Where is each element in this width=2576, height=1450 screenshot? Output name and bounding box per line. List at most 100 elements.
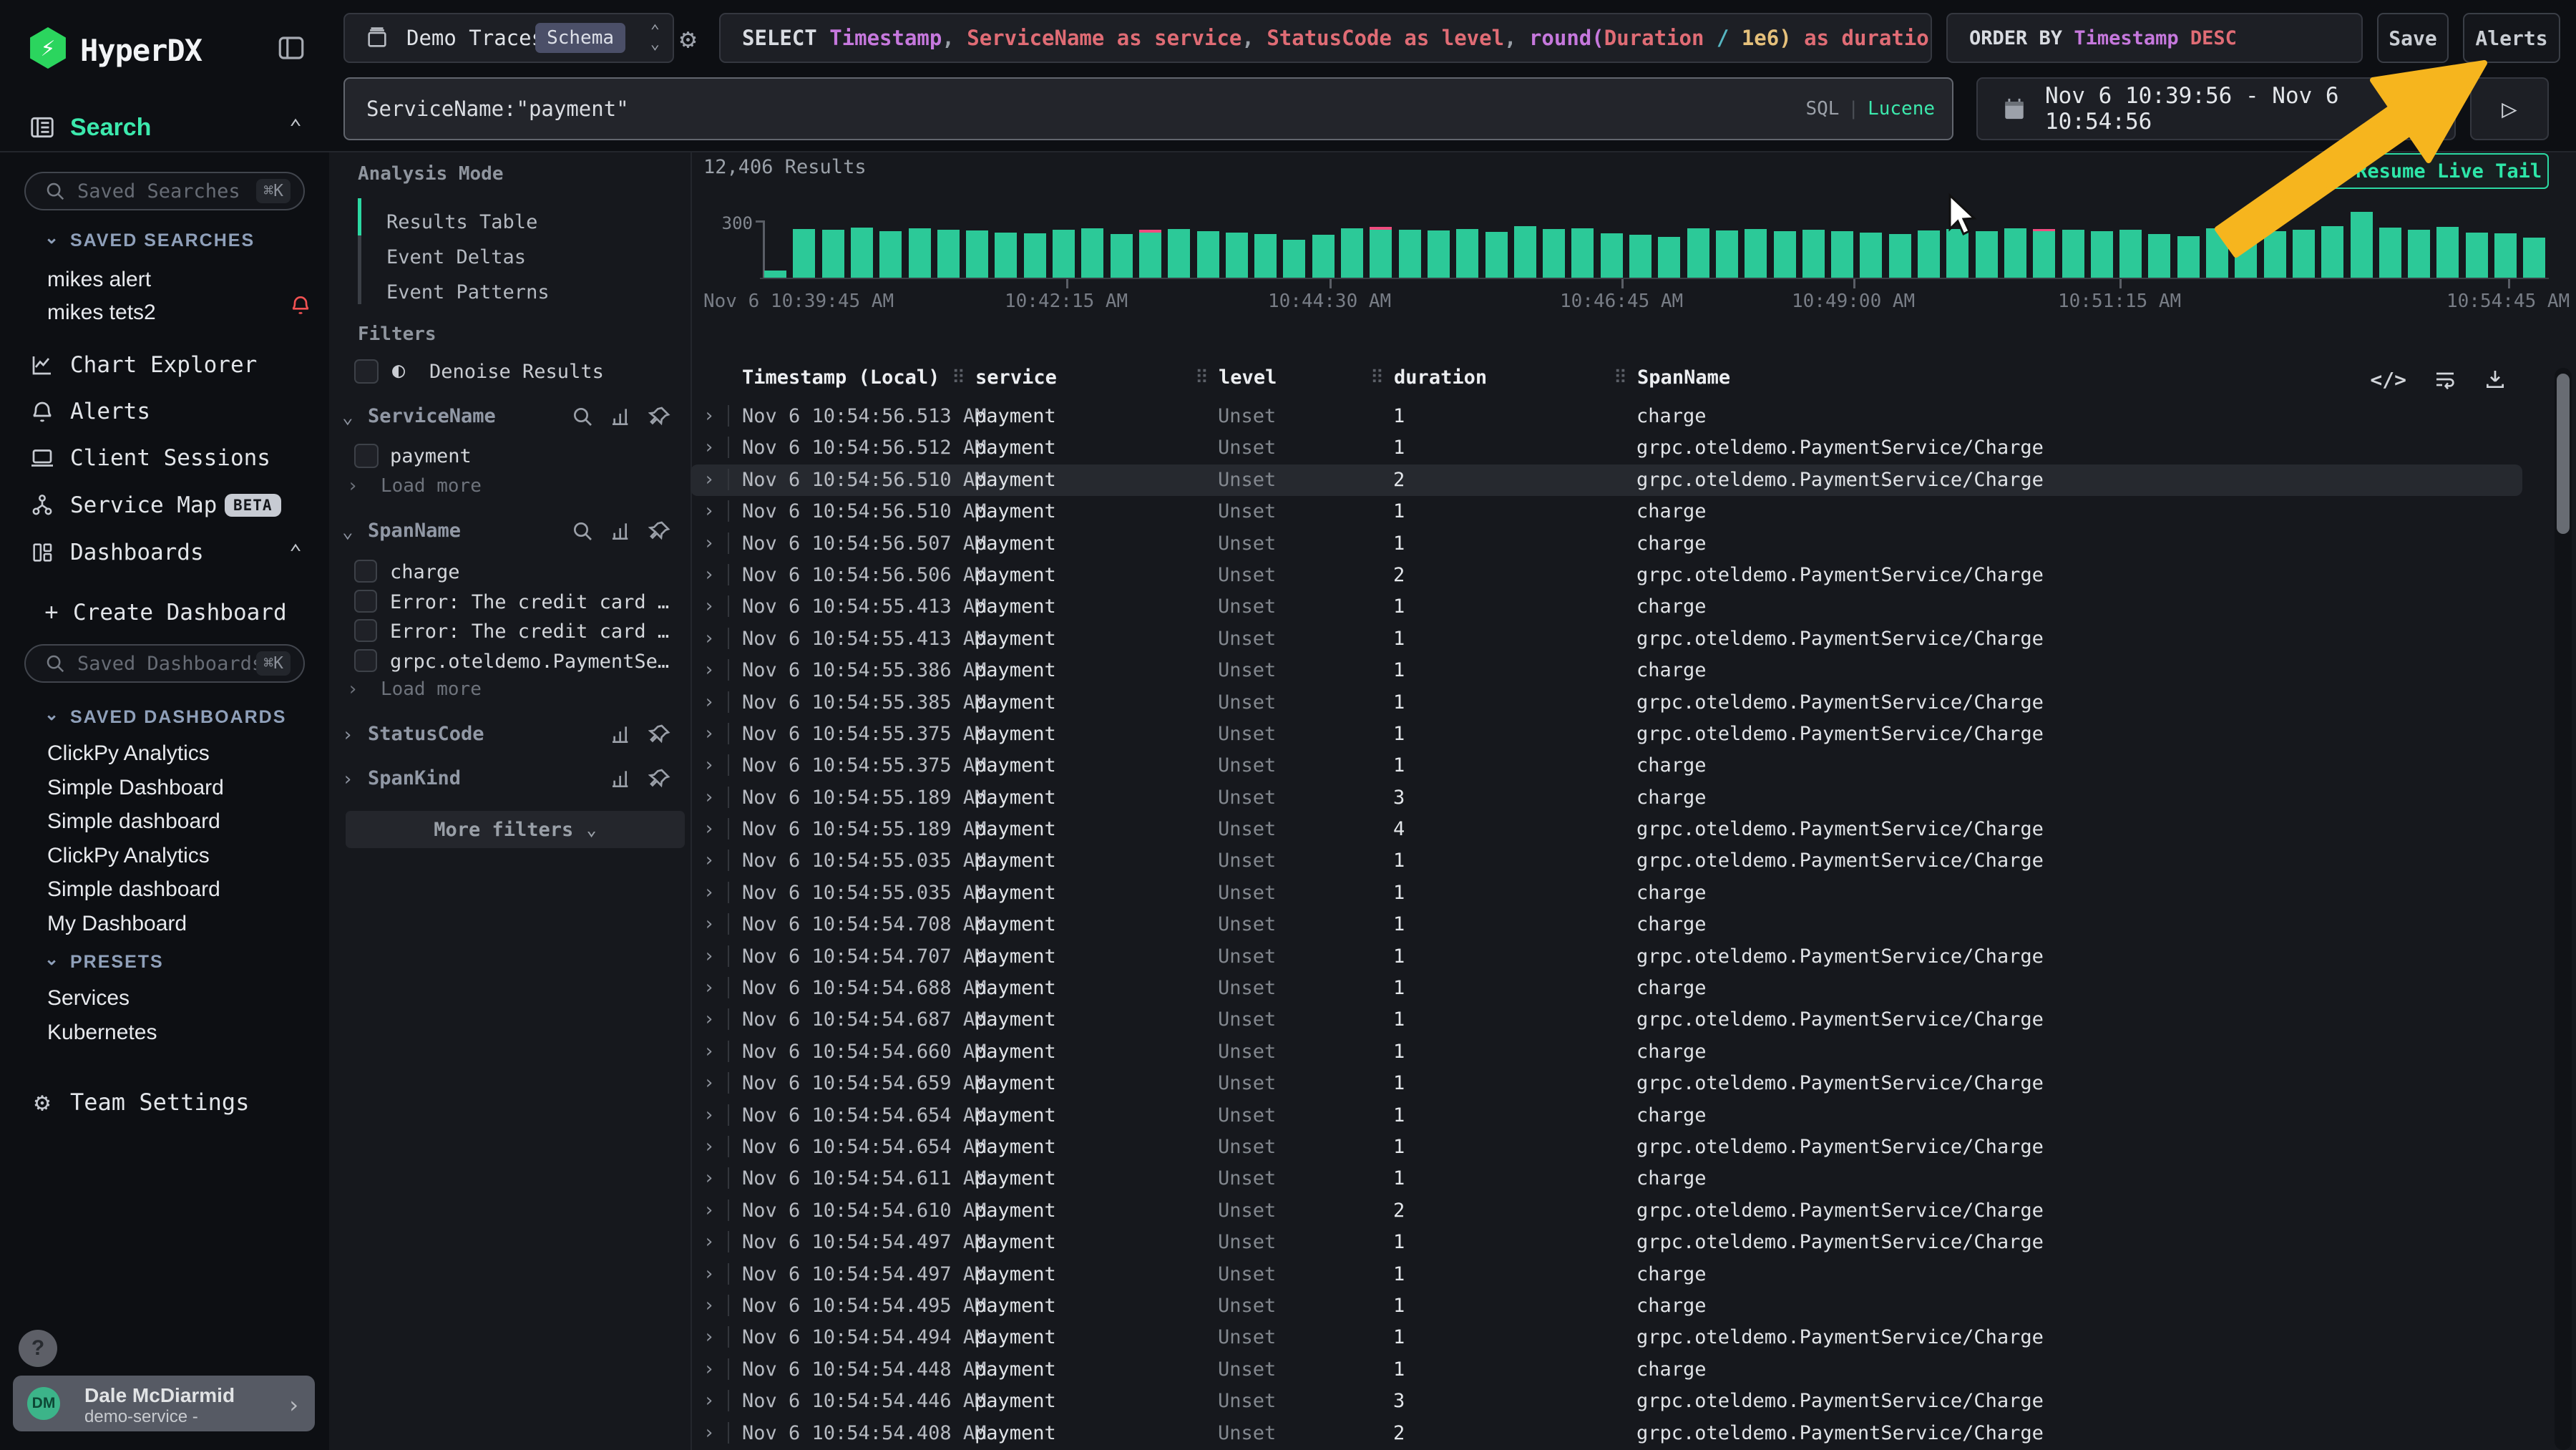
saved-search-item[interactable]: mikes tets2 [0,296,329,329]
expand-chevron-icon[interactable]: › [703,628,715,649]
pin-icon[interactable] [648,520,671,542]
value-checkbox[interactable] [354,649,377,672]
source-settings-gear-icon[interactable]: ⚙ [680,24,708,53]
expand-chevron-icon[interactable]: › [703,1390,715,1411]
chevron-right-icon[interactable]: › [342,724,353,746]
column-header-level[interactable]: ⠿level [1195,366,1277,389]
table-row[interactable]: › Nov 6 10:54:54.687 AM payment Unset 1 … [691,1004,2551,1036]
expand-chevron-icon[interactable]: › [703,1167,715,1189]
chevron-down-icon[interactable]: ⌄ [342,407,353,428]
drag-handle-icon[interactable]: ⠿ [952,367,965,389]
run-query-button[interactable]: ▷ [2470,77,2549,140]
filter-search-icon[interactable] [571,520,594,542]
expand-chevron-icon[interactable]: › [703,532,715,554]
expand-chevron-icon[interactable]: › [703,1041,715,1062]
table-row[interactable]: › Nov 6 10:54:56.513 AM payment Unset 1 … [691,401,2551,432]
table-row[interactable]: › Nov 6 10:54:54.408 AM payment Unset 2 … [691,1418,2551,1449]
drag-handle-icon[interactable]: ⠿ [1614,367,1627,389]
expand-chevron-icon[interactable]: › [703,469,715,490]
table-row[interactable]: › Nov 6 10:54:54.688 AM payment Unset 1 … [691,973,2551,1004]
filter-group-spanname[interactable]: ⌄ SpanName [342,520,678,548]
table-row[interactable]: › Nov 6 10:54:55.385 AM payment Unset 1 … [691,687,2551,719]
table-row[interactable]: › Nov 6 10:54:54.708 AM payment Unset 1 … [691,909,2551,940]
expand-chevron-icon[interactable]: › [703,1295,715,1316]
sidebar-item-dashboards[interactable]: Dashboards ⌃ [0,532,329,573]
date-range-picker[interactable]: Nov 6 10:39:56 - Nov 6 10:54:56 [1976,77,2456,140]
expand-chevron-icon[interactable]: › [703,977,715,998]
table-row[interactable]: › Nov 6 10:54:54.448 AM payment Unset 1 … [691,1354,2551,1386]
expand-chevron-icon[interactable]: › [703,1072,715,1094]
expand-chevron-icon[interactable]: › [703,595,715,617]
pin-icon[interactable] [648,723,671,746]
filter-group-servicename[interactable]: ⌄ ServiceName [342,405,678,434]
expand-chevron-icon[interactable]: › [703,945,715,967]
saved-dashboard-item[interactable]: ClickPy Analytics [0,737,329,772]
table-row[interactable]: › Nov 6 10:54:54.660 AM payment Unset 1 … [691,1036,2551,1068]
expand-chevron-icon[interactable]: › [703,850,715,871]
column-header-service[interactable]: ⠿service [952,366,1057,389]
expand-chevron-icon[interactable]: › [703,659,715,681]
drag-handle-icon[interactable]: ⠿ [1370,367,1384,389]
sidebar-item-team-settings[interactable]: ⚙ Team Settings [0,1082,329,1122]
preset-item[interactable]: Services [0,982,329,1016]
column-header-timestamp[interactable]: Timestamp (Local) [742,366,940,389]
pin-icon[interactable] [648,767,671,790]
filter-chart-icon[interactable] [610,405,633,428]
wrap-lines-icon[interactable] [2434,368,2457,391]
table-row[interactable]: › Nov 6 10:54:54.611 AM payment Unset 1 … [691,1163,2551,1194]
download-icon[interactable] [2484,368,2507,391]
table-row[interactable]: › Nov 6 10:54:54.707 AM payment Unset 1 … [691,941,2551,973]
help-button[interactable]: ? [19,1330,57,1367]
expand-chevron-icon[interactable]: › [703,1136,715,1157]
pin-icon[interactable] [648,405,671,428]
saved-searches-input[interactable]: Saved Searches ⌘K [24,172,305,210]
source-selector[interactable]: Demo Traces Schema ⌃⌄ [343,13,674,63]
analysis-mode-option[interactable]: Event Deltas [386,240,550,275]
expand-chevron-icon[interactable]: › [703,1263,715,1285]
chevron-up-icon[interactable]: ⌃ [289,115,302,140]
code-view-icon[interactable]: </> [2370,368,2406,391]
collapse-sidebar-icon[interactable] [276,33,306,63]
saved-dashboard-item[interactable]: Simple dashboard [0,805,329,840]
load-more-spanname[interactable]: › Load more [347,678,482,700]
filter-chart-icon[interactable] [610,767,633,790]
table-row[interactable]: › Nov 6 10:54:54.495 AM payment Unset 1 … [691,1290,2551,1322]
chevron-up-icon[interactable]: ⌃ [289,540,302,565]
table-row[interactable]: › Nov 6 10:54:55.189 AM payment Unset 3 … [691,782,2551,814]
table-row[interactable]: › Nov 6 10:54:55.386 AM payment Unset 1 … [691,655,2551,686]
saved-dashboard-item[interactable]: Simple Dashboard [0,772,329,806]
filter-chart-icon[interactable] [610,723,633,746]
presets-section[interactable]: ⌄ PRESETS [70,952,164,973]
expand-chevron-icon[interactable]: › [703,882,715,903]
saved-dashboard-item[interactable]: My Dashboard [0,908,329,942]
sidebar-item-chart-explorer[interactable]: Chart Explorer [0,345,329,385]
chevron-right-icon[interactable]: › [342,769,353,790]
denoise-checkbox[interactable] [354,359,379,384]
language-toggle[interactable]: SQL|Lucene [1805,98,1935,120]
value-checkbox[interactable] [354,560,377,583]
sidebar-item-search[interactable]: Search ⌃ [0,107,329,147]
table-row[interactable]: › Nov 6 10:54:54.446 AM payment Unset 3 … [691,1386,2551,1417]
value-checkbox[interactable] [354,619,377,642]
load-more-servicename[interactable]: › Load more [347,475,482,497]
expand-chevron-icon[interactable]: › [703,564,715,585]
expand-chevron-icon[interactable]: › [703,1200,715,1221]
expand-chevron-icon[interactable]: › [703,913,715,935]
table-row[interactable]: › Nov 6 10:54:55.413 AM payment Unset 1 … [691,623,2551,655]
table-row[interactable]: › Nov 6 10:54:56.510 AM payment Unset 2 … [691,464,2522,496]
table-row[interactable]: › Nov 6 10:54:55.189 AM payment Unset 4 … [691,814,2551,845]
table-row[interactable]: › Nov 6 10:54:54.494 AM payment Unset 1 … [691,1322,2551,1353]
sidebar-item-service-map[interactable]: Service Map BETA [0,485,329,525]
expand-chevron-icon[interactable]: › [703,405,715,427]
sidebar-item-client-sessions[interactable]: Client Sessions [0,438,329,478]
expand-chevron-icon[interactable]: › [703,500,715,522]
expand-chevron-icon[interactable]: › [703,691,715,713]
table-row[interactable]: › Nov 6 10:54:56.507 AM payment Unset 1 … [691,528,2551,560]
expand-chevron-icon[interactable]: › [703,754,715,776]
table-row[interactable]: › Nov 6 10:54:55.413 AM payment Unset 1 … [691,591,2551,623]
expand-chevron-icon[interactable]: › [703,818,715,840]
filter-group-spankind[interactable]: › SpanKind [342,767,678,796]
expand-chevron-icon[interactable]: › [703,787,715,808]
drag-handle-icon[interactable]: ⠿ [1195,367,1209,389]
table-row[interactable]: › Nov 6 10:54:54.659 AM payment Unset 1 … [691,1068,2551,1099]
